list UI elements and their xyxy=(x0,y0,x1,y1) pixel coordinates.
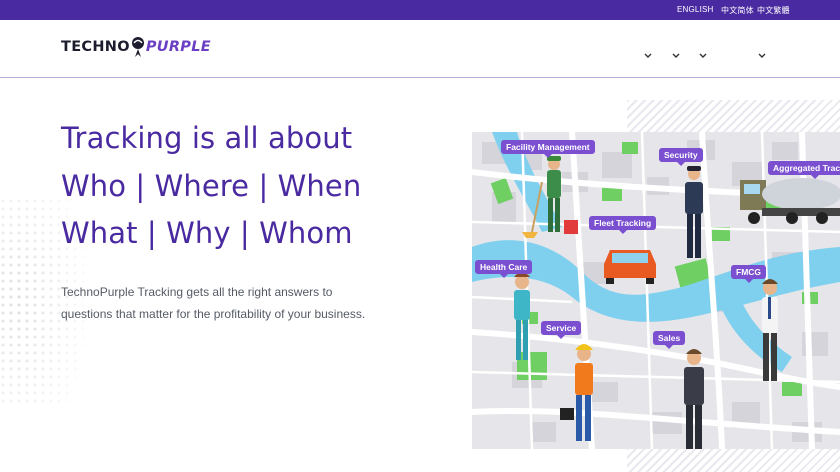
tanker-truck-figure xyxy=(740,178,840,224)
lang-english-link[interactable]: ENGLISH xyxy=(677,5,714,14)
map-tag-health-care: Health Care xyxy=(475,260,533,278)
city-map-graphic xyxy=(472,132,840,449)
map-tag-service: Service xyxy=(541,321,582,339)
site-logo[interactable]: TECHNO PURPLE xyxy=(61,34,211,60)
hero-subtitle: TechnoPurple Tracking gets all the right… xyxy=(61,285,366,321)
hero-heading-line-3: What | Why | Whom xyxy=(61,216,353,250)
hero-heading-line-1: Tracking is all about xyxy=(61,121,353,155)
nav-dropdown-3-chevron-down-icon[interactable] xyxy=(698,52,708,60)
map-tag-security: Security xyxy=(659,148,703,166)
nav-dropdown-2-chevron-down-icon[interactable] xyxy=(671,52,681,60)
nav-dropdown-4-chevron-down-icon[interactable] xyxy=(757,52,767,60)
site-header: TECHNO PURPLE xyxy=(0,20,840,78)
location-pin-icon xyxy=(131,37,144,57)
nav-dropdown-1-chevron-down-icon[interactable] xyxy=(643,52,653,60)
map-tag-fmcg: FMCG xyxy=(731,265,767,283)
logo-text-techno: TECHNO xyxy=(61,39,130,55)
map-tag-aggregated-tracking: Aggregated Tracking xyxy=(768,161,840,179)
hero-heading-line-2: Who | Where | When xyxy=(61,169,362,203)
map-tag-sales: Sales xyxy=(653,331,686,349)
logo-text-purple: PURPLE xyxy=(145,39,211,55)
map-tag-facility-management: Facility Management xyxy=(501,140,595,158)
lang-traditional-chinese-link[interactable]: 中文繁體 xyxy=(757,5,790,16)
lang-simplified-chinese-link[interactable]: 中文简体 xyxy=(721,5,754,16)
tracking-map-illustration: Facility Management Security Aggregated … xyxy=(472,132,840,449)
map-tag-fleet-tracking: Fleet Tracking xyxy=(589,216,657,234)
language-bar: ENGLISH 中文简体 中文繁體 xyxy=(0,0,840,20)
